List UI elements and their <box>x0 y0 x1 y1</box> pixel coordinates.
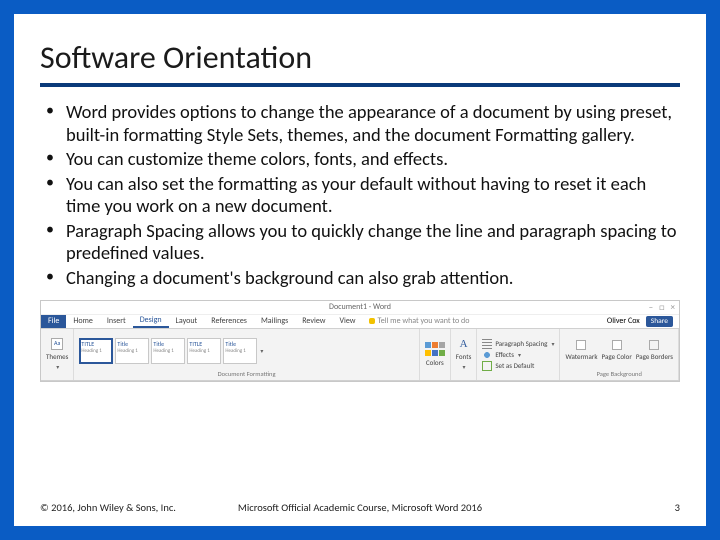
ribbon-tabs: File Home Insert Design Layout Reference… <box>41 315 679 329</box>
tab-references[interactable]: References <box>204 315 254 328</box>
set-as-default-button[interactable]: Set as Default <box>482 361 554 371</box>
themes-icon <box>51 338 63 350</box>
tab-file[interactable]: File <box>41 315 66 328</box>
bullet-item: You can also set the formatting as your … <box>40 173 680 218</box>
slide-title: Software Orientation <box>40 38 680 87</box>
page-borders-icon <box>649 340 659 350</box>
minimize-icon[interactable]: – <box>649 302 653 313</box>
tab-mailings[interactable]: Mailings <box>254 315 295 328</box>
app-title: Document1 - Word <box>329 302 391 312</box>
fonts-button[interactable]: A Fonts ▾ <box>456 338 472 371</box>
style-set-item[interactable]: TitleHeading 1 <box>151 338 185 364</box>
check-icon <box>482 361 492 371</box>
paragraph-spacing-button[interactable]: Paragraph Spacing▾ <box>482 339 554 349</box>
colors-label: Colors <box>426 358 444 367</box>
watermark-button[interactable]: Watermark <box>565 340 597 361</box>
effects-button[interactable]: Effects▾ <box>482 350 554 360</box>
tab-insert[interactable]: Insert <box>100 315 133 328</box>
group-fonts: A Fonts ▾ <box>451 329 478 380</box>
color-palette-icon <box>425 342 445 348</box>
group-spacing: Paragraph Spacing▾ Effects▾ Set as Defau… <box>477 329 560 380</box>
share-button[interactable]: Share <box>646 316 673 327</box>
page-color-button[interactable]: Page Color <box>602 340 632 361</box>
chevron-down-icon: ▾ <box>463 363 466 371</box>
footer: © 2016, John Wiley & Sons, Inc. Microsof… <box>40 501 680 514</box>
themes-button[interactable]: Themes ▾ <box>46 338 68 371</box>
group-page-background: Watermark Page Color Page Borders Page B… <box>560 329 679 380</box>
tab-review[interactable]: Review <box>295 315 332 328</box>
style-set-item[interactable]: TITLEHeading 1 <box>187 338 221 364</box>
tab-design[interactable]: Design <box>133 315 169 328</box>
effects-icon <box>482 350 492 360</box>
bullet-item: You can customize theme colors, fonts, a… <box>40 148 680 171</box>
ribbon-body: Themes ▾ TITLEHeading 1 TitleHeading 1 T… <box>41 329 679 381</box>
group-label: Page Background <box>565 370 673 378</box>
tell-me-label: Tell me what you want to do <box>378 316 470 326</box>
chevron-down-icon: ▾ <box>56 363 59 371</box>
user-name: Oliver Cox <box>607 316 640 326</box>
style-set-item[interactable]: TitleHeading 1 <box>223 338 257 364</box>
style-set-item[interactable]: TITLEHeading 1 <box>79 338 113 364</box>
group-themes: Themes ▾ <box>41 329 74 380</box>
tab-home[interactable]: Home <box>66 315 100 328</box>
group-label: Document Formatting <box>79 370 413 378</box>
gallery-more-icon[interactable]: ▾ <box>260 347 263 355</box>
close-icon[interactable]: × <box>671 302 675 313</box>
bullet-item: Changing a document's background can als… <box>40 267 680 290</box>
group-colors: Colors <box>420 329 451 380</box>
bullet-item: Word provides options to change the appe… <box>40 101 680 146</box>
fonts-icon: A <box>460 338 468 350</box>
maximize-icon[interactable]: □ <box>659 302 664 313</box>
course-title: Microsoft Official Academic Course, Micr… <box>40 501 680 514</box>
page-color-icon <box>612 340 622 350</box>
bullet-list: Word provides options to change the appe… <box>40 101 680 290</box>
window-controls: – □ × <box>649 302 675 313</box>
slide: Software Orientation Word provides optio… <box>0 0 720 540</box>
watermark-icon <box>576 340 586 350</box>
group-document-formatting: TITLEHeading 1 TitleHeading 1 TitleHeadi… <box>74 329 419 380</box>
tell-me[interactable]: Tell me what you want to do <box>369 315 470 328</box>
themes-label: Themes <box>46 352 68 361</box>
paragraph-spacing-icon <box>482 339 492 349</box>
titlebar: Document1 - Word – □ × <box>41 301 679 315</box>
tab-view[interactable]: View <box>332 315 362 328</box>
bullet-item: Paragraph Spacing allows you to quickly … <box>40 220 680 265</box>
page-borders-button[interactable]: Page Borders <box>636 340 673 361</box>
word-ribbon-screenshot: Document1 - Word – □ × File Home Insert … <box>40 300 680 382</box>
style-set-item[interactable]: TitleHeading 1 <box>115 338 149 364</box>
fonts-label: Fonts <box>456 352 472 361</box>
lightbulb-icon <box>369 318 375 324</box>
colors-button[interactable]: Colors <box>425 342 445 367</box>
tab-layout[interactable]: Layout <box>169 315 205 328</box>
